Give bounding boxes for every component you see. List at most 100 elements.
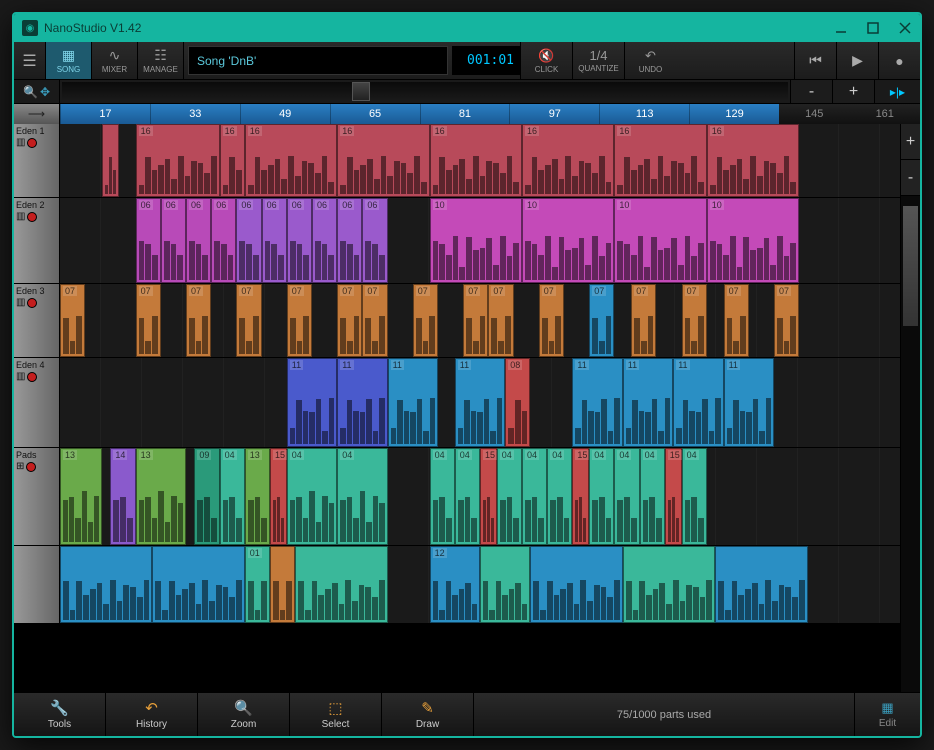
clip[interactable]: 04 — [287, 448, 337, 545]
clip[interactable]: 06 — [136, 198, 161, 283]
clip[interactable]: 07 — [362, 284, 387, 357]
clip[interactable]: 09 — [194, 448, 219, 545]
ruler-corner-button[interactable]: ⟶ — [14, 104, 60, 124]
clip[interactable] — [480, 546, 530, 623]
clip[interactable]: 06 — [262, 198, 287, 283]
clip[interactable] — [623, 546, 715, 623]
record-arm-button[interactable] — [27, 138, 37, 148]
zoom-tool-button[interactable]: 🔍✥ — [14, 80, 60, 103]
track-lane[interactable]: 0606060606060606060610101010 — [60, 198, 900, 283]
scrollbar-thumb[interactable] — [352, 82, 370, 101]
track-lane[interactable]: 111111110811111111 — [60, 358, 900, 447]
edit-button[interactable]: ▦Edit — [854, 693, 920, 736]
clip[interactable]: 11 — [673, 358, 723, 447]
manage-mode-button[interactable]: ☷MANAGE — [138, 42, 184, 79]
song-mode-button[interactable]: ▦SONG — [46, 42, 92, 79]
clip[interactable] — [295, 546, 387, 623]
clip[interactable]: 07 — [539, 284, 564, 357]
record-arm-button[interactable] — [27, 372, 37, 382]
menu-button[interactable]: ☰ — [14, 42, 46, 79]
mixer-mode-button[interactable]: ∿MIXER — [92, 42, 138, 79]
clip[interactable]: 11 — [455, 358, 505, 447]
undo-button[interactable]: ↶UNDO — [624, 42, 676, 79]
ruler-tick[interactable]: 129 — [689, 104, 779, 124]
select-button[interactable]: ⬚Select — [290, 693, 382, 736]
clip[interactable]: 13 — [136, 448, 186, 545]
clip[interactable]: 06 — [312, 198, 337, 283]
clip[interactable] — [152, 546, 244, 623]
track-header[interactable]: Eden 3▥ — [14, 284, 60, 357]
clip[interactable] — [60, 546, 152, 623]
horizontal-scrollbar[interactable] — [62, 82, 788, 101]
clip[interactable]: 07 — [287, 284, 312, 357]
track-header[interactable] — [14, 546, 60, 623]
close-button[interactable] — [898, 21, 912, 35]
loop-button[interactable]: ▸|▸ — [874, 80, 920, 103]
track-lane[interactable]: 07070707070707070707070707070707 — [60, 284, 900, 357]
clip[interactable]: 16 — [430, 124, 522, 197]
ruler-tick[interactable]: 161 — [850, 104, 921, 124]
clip[interactable]: 06 — [186, 198, 211, 283]
clip[interactable]: 04 — [455, 448, 480, 545]
clip[interactable]: 16 — [522, 124, 614, 197]
clip[interactable]: 10 — [430, 198, 522, 283]
clip[interactable]: 04 — [220, 448, 245, 545]
track-lane[interactable]: 1314130904131504040404150404041504040415… — [60, 448, 900, 545]
clip[interactable]: 06 — [211, 198, 236, 283]
clip[interactable]: 11 — [724, 358, 774, 447]
timecode-display[interactable]: 001:01 — [452, 46, 520, 75]
vertical-scrollbar-thumb[interactable] — [903, 206, 918, 326]
clip[interactable]: 04 — [522, 448, 547, 545]
zoom-in-button[interactable]: + — [832, 80, 874, 103]
clip[interactable] — [270, 546, 295, 623]
zoom-out-button[interactable]: - — [790, 80, 832, 103]
record-arm-button[interactable] — [27, 298, 37, 308]
clip[interactable]: 16 — [220, 124, 245, 197]
clip[interactable]: 04 — [614, 448, 639, 545]
clip[interactable]: 16 — [707, 124, 799, 197]
clip[interactable] — [102, 124, 119, 197]
clip[interactable]: 07 — [136, 284, 161, 357]
clip[interactable]: 13 — [245, 448, 270, 545]
clip[interactable]: 04 — [430, 448, 455, 545]
clip[interactable]: 07 — [236, 284, 261, 357]
clip[interactable]: 14 — [110, 448, 135, 545]
clip[interactable]: 06 — [337, 198, 362, 283]
timeline-ruler-dark[interactable]: 145161 — [779, 104, 920, 124]
clip[interactable]: 07 — [682, 284, 707, 357]
clip[interactable]: 16 — [136, 124, 220, 197]
ruler-tick[interactable]: 113 — [599, 104, 689, 124]
clip[interactable]: 07 — [60, 284, 85, 357]
clip[interactable] — [530, 546, 622, 623]
clip[interactable]: 07 — [774, 284, 799, 357]
clip[interactable]: 07 — [589, 284, 614, 357]
clip[interactable]: 10 — [707, 198, 799, 283]
ruler-tick[interactable]: 33 — [150, 104, 240, 124]
vertical-zoom-in-button[interactable]: + — [901, 124, 920, 160]
ruler-tick[interactable]: 65 — [330, 104, 420, 124]
vertical-zoom-out-button[interactable]: - — [901, 160, 920, 196]
ruler-tick[interactable]: 49 — [240, 104, 330, 124]
clip[interactable] — [715, 546, 807, 623]
track-lane[interactable]: 0112 — [60, 546, 900, 623]
record-arm-button[interactable] — [26, 462, 36, 472]
clip[interactable]: 13 — [60, 448, 102, 545]
tools-button[interactable]: 🔧Tools — [14, 693, 106, 736]
clip[interactable]: 16 — [614, 124, 706, 197]
ruler-tick[interactable]: 17 — [60, 104, 150, 124]
track-header[interactable]: Eden 1▥ — [14, 124, 60, 197]
track-lane[interactable]: 1616161616161616 — [60, 124, 900, 197]
zoom-button[interactable]: 🔍Zoom — [198, 693, 290, 736]
timeline-ruler[interactable]: 173349658197113129 — [60, 104, 779, 124]
clip[interactable]: 07 — [337, 284, 362, 357]
quantize-button[interactable]: 1/4QUANTIZE — [572, 42, 624, 79]
clip[interactable]: 07 — [724, 284, 749, 357]
clip[interactable]: 11 — [623, 358, 673, 447]
click-button[interactable]: 🔇CLICK — [520, 42, 572, 79]
clip[interactable]: 12 — [430, 546, 480, 623]
song-name-display[interactable]: Song 'DnB' — [188, 46, 448, 75]
clip[interactable]: 06 — [236, 198, 261, 283]
clip[interactable]: 07 — [488, 284, 513, 357]
clip[interactable]: 07 — [413, 284, 438, 357]
clip[interactable]: 15 — [270, 448, 287, 545]
